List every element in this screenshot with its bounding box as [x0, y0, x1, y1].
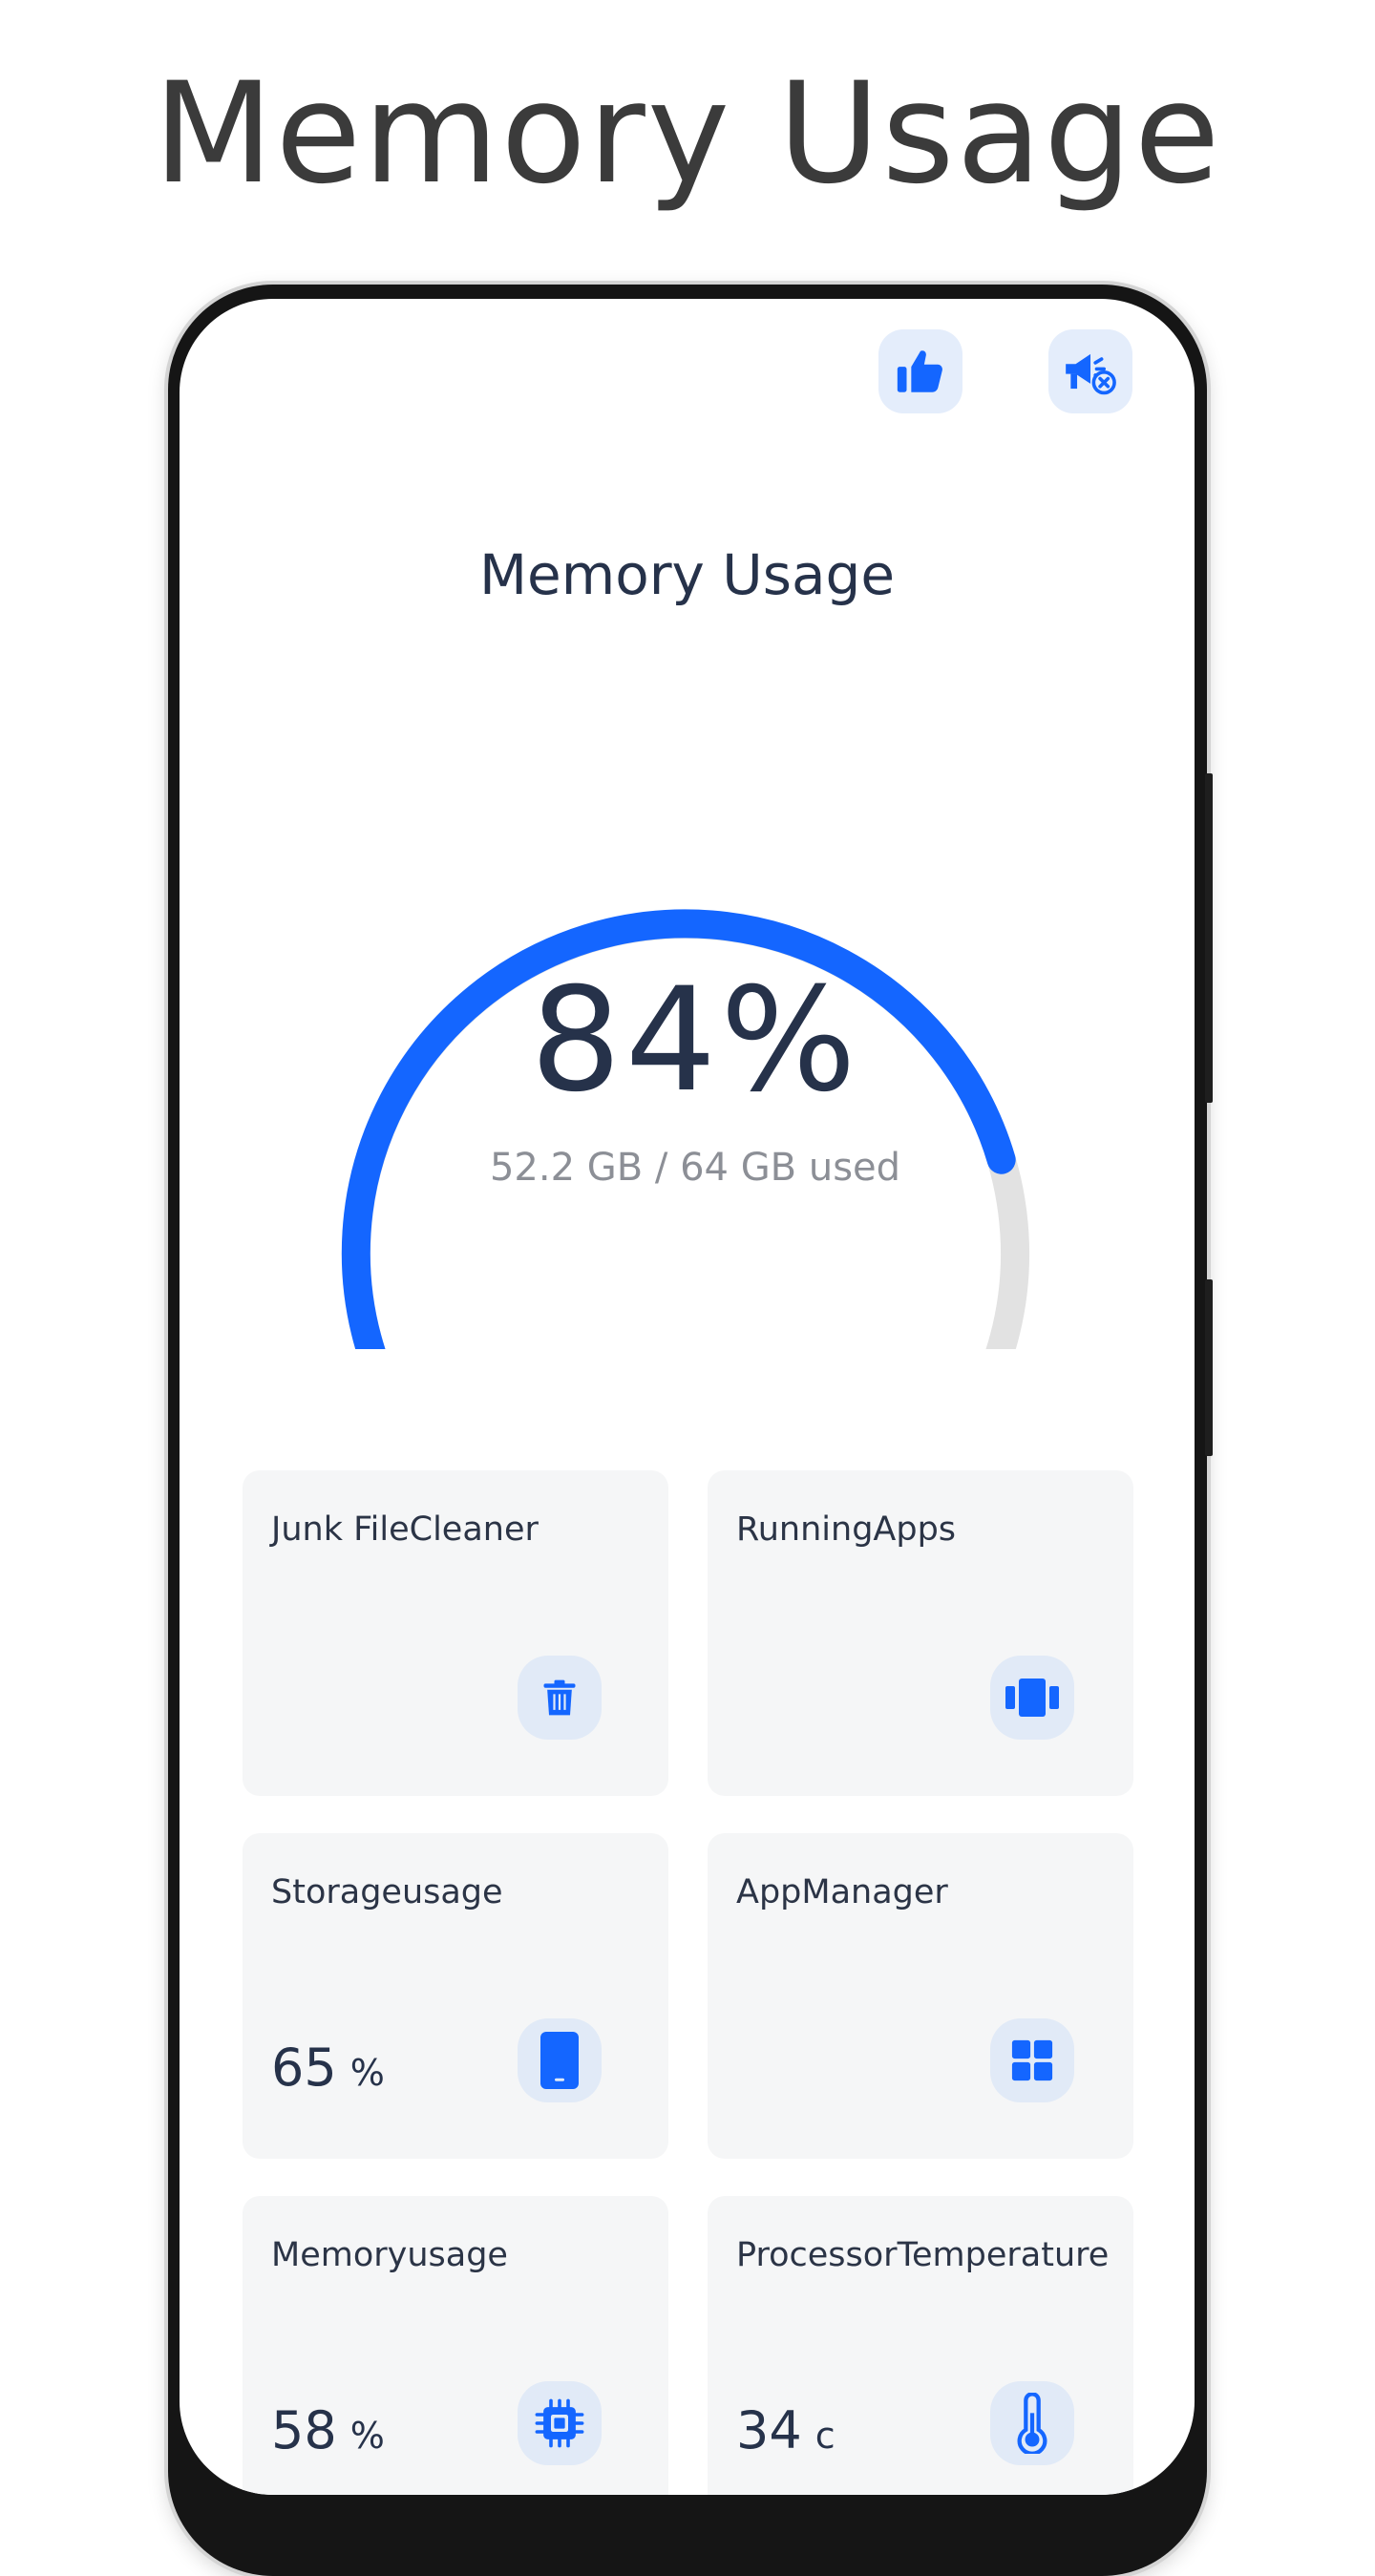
- running-apps-icon: [1005, 1679, 1059, 1717]
- card-title: RunningApps: [736, 1510, 957, 1549]
- processor-temperature-card[interactable]: ProcessorTemperature 34 c: [708, 2196, 1133, 2495]
- phone-power-button: [1205, 1279, 1213, 1456]
- processor-temperature-icon-button: [990, 2381, 1074, 2465]
- running-apps-card[interactable]: RunningApps: [708, 1470, 1133, 1796]
- app-manager-icon-button: [990, 2018, 1074, 2102]
- card-title: AppManager: [736, 1873, 948, 1911]
- value-unit: c: [814, 2415, 836, 2457]
- page-headline: Memory Usage: [153, 53, 1222, 215]
- value-number: 65: [271, 2038, 337, 2098]
- memory-usage-icon-button: [518, 2381, 602, 2465]
- app-manager-card[interactable]: AppManager: [708, 1833, 1133, 2159]
- junk-cleaner-icon-button: [518, 1656, 602, 1740]
- value-number: 34: [736, 2400, 802, 2460]
- value-unit: %: [349, 2052, 385, 2094]
- memory-percent: 84%: [530, 958, 860, 1124]
- thermometer-icon: [1017, 2393, 1047, 2454]
- storage-usage-card[interactable]: Storageusage 65%: [243, 1833, 668, 2159]
- phone-icon: [540, 2032, 579, 2089]
- app-screen: Memory Usage 84% 52.2 GB / 64 GB used Ju…: [180, 299, 1195, 2495]
- app-grid-icon: [1011, 2039, 1053, 2081]
- junk-cleaner-card[interactable]: Junk FileCleaner: [243, 1470, 668, 1796]
- card-title: ProcessorTemperature: [736, 2236, 1110, 2274]
- trash-icon: [543, 1679, 576, 1716]
- memory-usage-card[interactable]: Memoryusage 58%: [243, 2196, 668, 2495]
- card-title: Junk FileCleaner: [271, 1510, 539, 1549]
- memory-usage-value: 58%: [271, 2400, 385, 2460]
- value-unit: %: [349, 2415, 385, 2457]
- memory-detail: 52.2 GB / 64 GB used: [489, 1146, 901, 1190]
- card-title: Storageusage: [271, 1873, 503, 1911]
- running-apps-icon-button: [990, 1656, 1074, 1740]
- value-number: 58: [271, 2400, 337, 2460]
- storage-usage-icon-button: [518, 2018, 602, 2102]
- chip-icon: [535, 2398, 584, 2448]
- phone-volume-button: [1205, 773, 1213, 1103]
- memory-gauge: [341, 909, 1029, 1349]
- card-title: Memoryusage: [271, 2236, 508, 2274]
- storage-usage-value: 65%: [271, 2038, 385, 2098]
- processor-temperature-value: 34 c: [736, 2400, 836, 2460]
